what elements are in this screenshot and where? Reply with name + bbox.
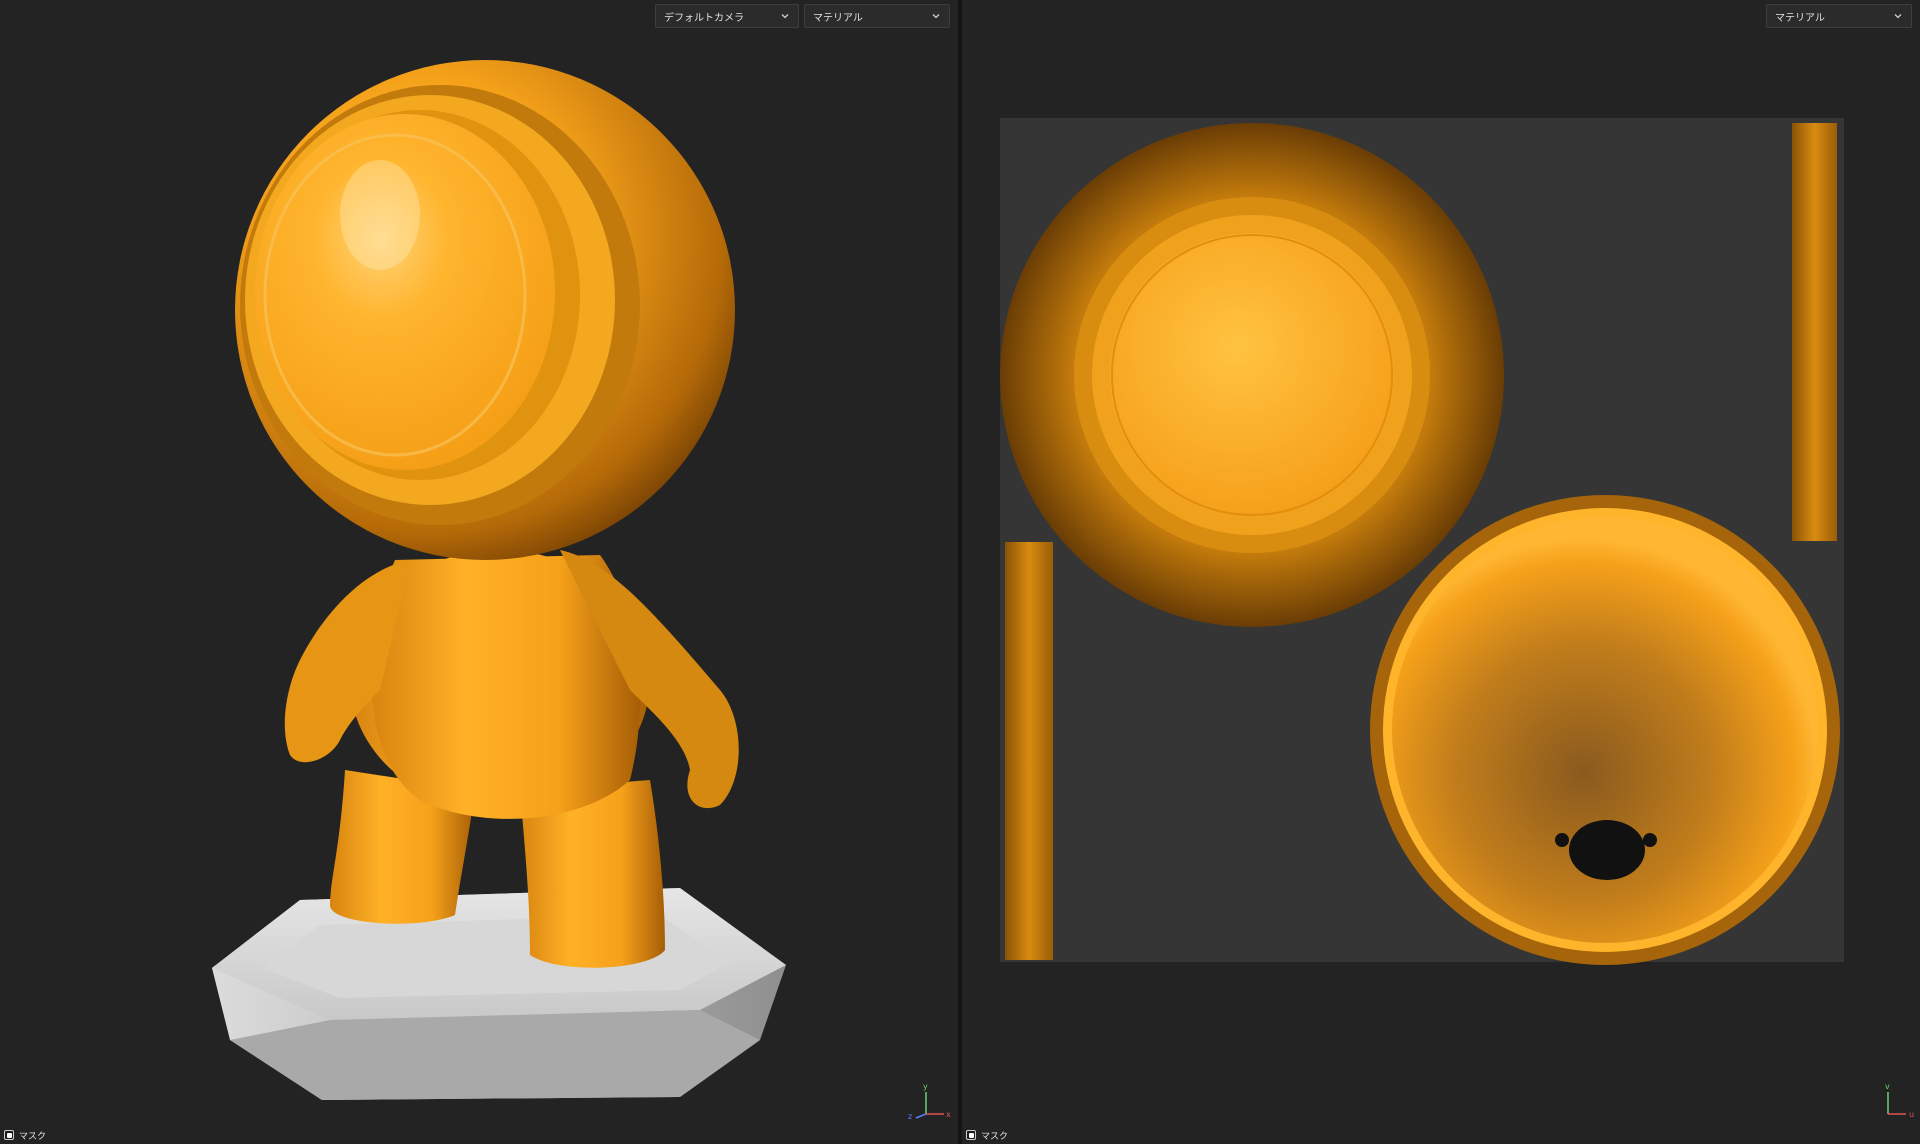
pedestal <box>212 888 786 1100</box>
mask-toggle[interactable]: マスク <box>962 1126 1012 1144</box>
mask-label: マスク <box>981 1131 1009 1142</box>
mask-toggle[interactable]: マスク <box>0 1126 50 1144</box>
mask-label: マスク <box>19 1131 47 1142</box>
camera-dropdown[interactable]: デフォルトカメラ <box>655 4 799 28</box>
mask-checkbox[interactable] <box>4 1130 14 1140</box>
display-mode-dropdown-value: マテリアル <box>813 12 863 24</box>
xyz-axis-gizmo: y x z <box>908 1082 952 1122</box>
chevron-down-icon <box>780 11 790 21</box>
viewport-2d[interactable]: マテリアル v u マスク <box>962 0 1920 1144</box>
axis-z-label: z <box>908 1112 913 1121</box>
chevron-down-icon <box>931 11 941 21</box>
uv-strip-left <box>1005 542 1053 960</box>
camera-dropdown-value: デフォルトカメラ <box>664 12 744 24</box>
mask-checkbox[interactable] <box>966 1130 976 1140</box>
uv-canvas[interactable] <box>962 0 1920 1144</box>
chevron-down-icon <box>1893 11 1903 21</box>
axis-v-label: v <box>1885 1082 1890 1091</box>
display-mode-dropdown[interactable]: マテリアル <box>804 4 950 28</box>
axis-u-label: u <box>1909 1110 1915 1119</box>
display-mode-dropdown[interactable]: マテリアル <box>1766 4 1912 28</box>
axis-x-label: x <box>946 1110 951 1119</box>
3d-scene[interactable] <box>0 0 958 1144</box>
axis-y-label: y <box>923 1082 928 1091</box>
uv-body-island <box>1370 495 1840 965</box>
uv-head-island <box>1000 123 1504 627</box>
uv-strip-right <box>1792 123 1837 541</box>
viewport-3d[interactable]: デフォルトカメラ マテリアル y x z マスク <box>0 0 958 1144</box>
display-mode-dropdown-value: マテリアル <box>1775 12 1825 24</box>
head <box>235 60 735 560</box>
uv-axis-gizmo: v u <box>1878 1082 1920 1122</box>
